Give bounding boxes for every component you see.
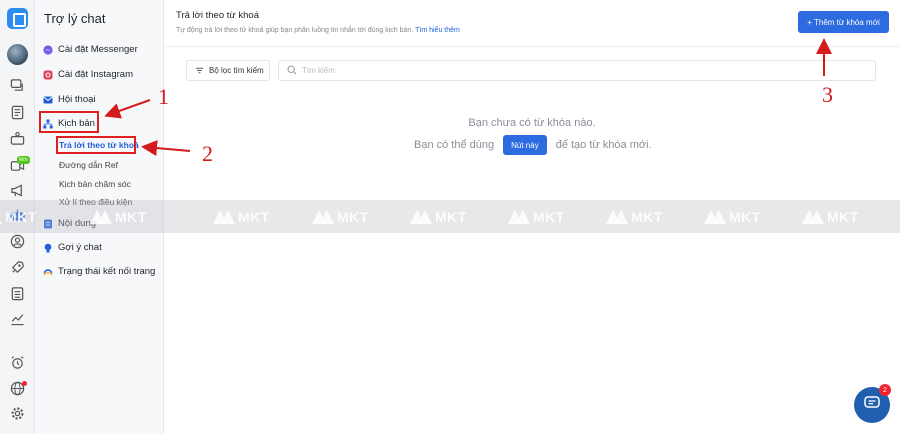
subitem-care-scenario[interactable]: Kịch bản chăm sóc (59, 179, 131, 189)
create-keyword-button[interactable]: Nút này (503, 135, 547, 155)
sidebar-item-label: Trạng thái kết nối trang (58, 266, 156, 277)
megaphone-icon[interactable] (9, 182, 26, 199)
page-title: Trả lời theo từ khoá (176, 10, 259, 21)
search-input[interactable] (302, 66, 802, 75)
connection-icon (43, 267, 53, 277)
chat-bubbles-icon[interactable] (9, 77, 26, 94)
search-icon (287, 62, 297, 80)
gear-icon[interactable] (9, 405, 26, 422)
empty-state-title: Bạn chưa có từ khóa nào. (468, 117, 596, 129)
subitem-ref-link[interactable]: Đường dẫn Ref (59, 160, 118, 170)
watermark: MKT (213, 209, 270, 225)
chat-unread-badge: 2 (879, 384, 891, 396)
sidebar-item-label: Gợi ý chat (58, 242, 102, 253)
avatar[interactable] (7, 44, 28, 65)
watermark: MKT (508, 209, 565, 225)
annotation-number-2: 2 (202, 141, 213, 166)
sidebar-item-label: Hội thoại (58, 94, 96, 105)
annotation-box-scenarios (39, 111, 99, 133)
chat-widget-icon (864, 395, 880, 415)
filter-button-label: Bộ lọc tìm kiếm (209, 66, 264, 75)
watermark: MKT (410, 209, 467, 225)
watermark-logo-icon (508, 210, 530, 224)
rocket-icon[interactable] (9, 259, 26, 276)
header-divider (164, 46, 900, 47)
alarm-icon[interactable] (9, 354, 26, 371)
add-keyword-button[interactable]: + Thêm từ khóa mới (798, 11, 889, 33)
sidebar-item-label: Cài đặt Messenger (58, 44, 138, 55)
chat-widget-button[interactable]: 2 (854, 384, 891, 423)
watermark-band: MKT MKT MKT MKT MKT MKT MKT MKT MKT (0, 200, 900, 233)
watermark: MKT (0, 209, 37, 225)
watermark-logo-icon (213, 210, 235, 224)
description-text: Tự động trả lời theo từ khoá giúp bạn ph… (176, 27, 414, 34)
annotation-number-1: 1 (158, 84, 169, 109)
watermark: MKT (312, 209, 369, 225)
clipboard-icon[interactable] (9, 285, 26, 302)
camera-icon[interactable] (9, 130, 26, 147)
lightbulb-icon (43, 243, 53, 253)
sidebar-item-chat-suggestions[interactable]: Gợi ý chat (43, 242, 102, 253)
page-description: Tự động trả lời theo từ khoá giúp bạn ph… (176, 27, 460, 34)
watermark: MKT (90, 209, 147, 225)
watermark: MKT (606, 209, 663, 225)
annotation-number-3: 3 (822, 82, 833, 107)
sidebar-item-label: Cài đặt Instagram (58, 69, 133, 80)
instagram-icon (43, 70, 53, 80)
filter-icon (195, 66, 204, 75)
watermark-logo-icon (704, 210, 726, 224)
new-badge: Mới (17, 156, 30, 164)
search-box[interactable] (278, 60, 876, 81)
sidebar-item-messenger[interactable]: Cài đặt Messenger (43, 44, 138, 55)
app-logo-icon[interactable] (7, 8, 28, 29)
sidebar-item-page-connection[interactable]: Trạng thái kết nối trang (43, 266, 155, 277)
watermark-logo-icon (606, 210, 628, 224)
notification-dot (22, 381, 27, 386)
empty-hint-prefix: Bạn có thể dùng (414, 139, 495, 151)
sidebar-item-conversations[interactable]: Hội thoại (43, 94, 96, 105)
filter-button[interactable]: Bộ lọc tìm kiếm (186, 60, 270, 81)
watermark-logo-icon (802, 210, 824, 224)
analytics-icon[interactable] (9, 310, 26, 327)
learn-more-link[interactable]: Tìm hiểu thêm (415, 27, 460, 34)
user-circle-icon[interactable] (9, 233, 26, 250)
watermark-logo-icon (410, 210, 432, 224)
document-icon[interactable] (9, 104, 26, 121)
watermark: MKT (704, 209, 761, 225)
annotation-box-keyword-reply (56, 136, 136, 154)
sidebar-title: Trợ lý chat (44, 11, 106, 26)
empty-hint-suffix: để tạo từ khóa mới. (555, 139, 652, 151)
empty-state-hint: Bạn có thể dùng Nút này để tạo từ khóa m… (414, 135, 652, 155)
watermark-logo-icon (90, 210, 112, 224)
watermark-logo-icon (0, 210, 2, 224)
sidebar-item-instagram[interactable]: Cài đặt Instagram (43, 69, 133, 80)
watermark: MKT (802, 209, 859, 225)
watermark-logo-icon (312, 210, 334, 224)
mail-icon (43, 95, 53, 105)
messenger-icon (43, 44, 53, 55)
